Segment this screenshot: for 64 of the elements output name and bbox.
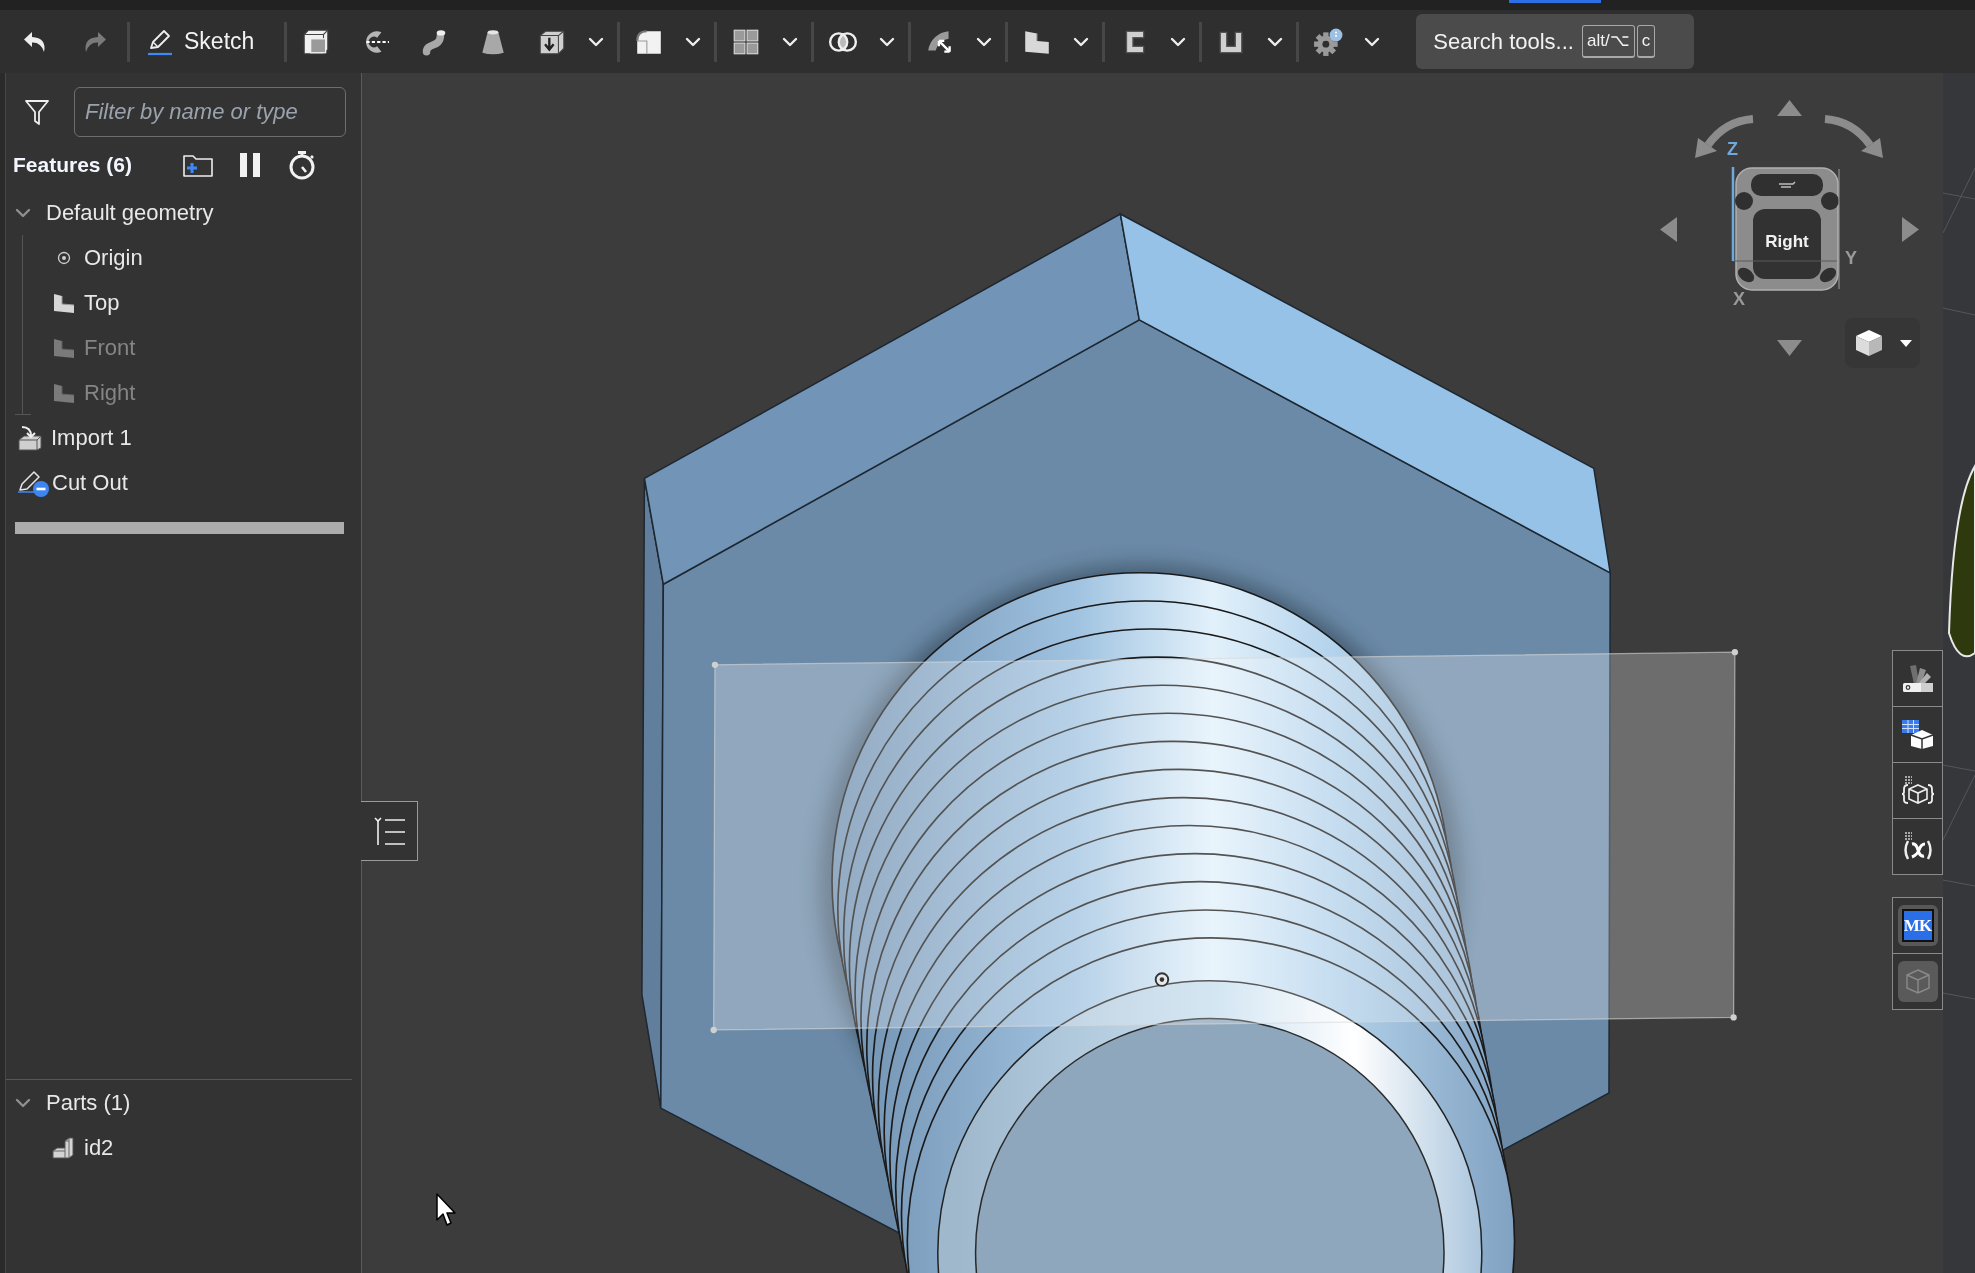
plane-icon (52, 291, 76, 314)
tree-item[interactable]: Cut Out (6, 460, 361, 505)
stopwatch-button[interactable] (288, 150, 317, 180)
tree-item[interactable]: Import 1 (6, 415, 361, 460)
side-tool-button[interactable] (1892, 818, 1943, 875)
cube-outline-icon (1897, 961, 1938, 1002)
plane-icon (52, 381, 76, 404)
plane-icon (52, 336, 76, 359)
side-tool-button[interactable]: MK (1892, 897, 1943, 954)
search-tools-button[interactable]: Search tools... alt/⌥ c (1416, 14, 1695, 69)
mouse-cursor-icon (436, 1193, 458, 1227)
shortcut-key: alt/⌥ (1581, 25, 1635, 58)
panel-title: Features (6) (13, 152, 133, 179)
rotate-right-arrow[interactable] (1823, 112, 1883, 158)
left-arrow-button[interactable] (1660, 217, 1677, 242)
folder-plus-icon (182, 152, 215, 178)
chevron-icon (976, 36, 993, 47)
pencil-icon (146, 27, 174, 56)
side-tool-button[interactable] (1892, 706, 1943, 763)
import-box-icon (17, 424, 43, 451)
add-folder-button[interactable] (182, 152, 215, 178)
sketch-button[interactable]: Sketch (138, 18, 263, 65)
braces-cube-icon (1900, 774, 1935, 807)
view-mode-button[interactable] (1845, 318, 1920, 368)
axis-label: Z (1727, 140, 1738, 158)
chevron-icon (685, 36, 702, 47)
tree-group-header[interactable]: Default geometry (6, 190, 361, 235)
tree-group-header[interactable]: Parts (1) (6, 1080, 361, 1125)
chevron-icon (1267, 36, 1284, 47)
axis-label: X (1733, 290, 1745, 308)
filter-icon (24, 98, 50, 126)
table-cube-icon (1900, 718, 1935, 751)
tree-item[interactable]: Top (6, 280, 361, 325)
panel-toggle-button[interactable] (361, 801, 418, 861)
right-arrow-button[interactable] (1902, 217, 1919, 242)
pause-icon (239, 152, 262, 178)
chevron-icon (1364, 36, 1381, 47)
app-badge: MK (1897, 905, 1938, 946)
chevron-icon (879, 36, 896, 47)
stopwatch-icon (288, 150, 317, 180)
tree-item[interactable]: id2 (6, 1125, 361, 1170)
pause-button[interactable] (239, 152, 262, 178)
color-swatch-icon (1900, 662, 1935, 695)
up-arrow-button[interactable] (1777, 100, 1802, 116)
tree-item[interactable]: Origin (6, 235, 361, 280)
gear-icon (1313, 26, 1344, 57)
side-tool-button[interactable] (1892, 762, 1943, 819)
origin-marker-icon (1154, 972, 1170, 987)
chevron-icon (782, 36, 799, 47)
cube-icon (1855, 329, 1883, 357)
down-arrow-button[interactable] (1777, 340, 1802, 356)
caret-down-icon (1900, 339, 1912, 347)
chevron-icon (1170, 36, 1187, 47)
list-icon (372, 816, 406, 846)
chevron-icon (1073, 36, 1090, 47)
chevron-icon (588, 36, 605, 47)
datum-plane[interactable] (710, 649, 1738, 1034)
origin-point-icon (57, 250, 71, 265)
shortcut-key: c (1636, 25, 1656, 58)
axis-label: Y (1845, 249, 1857, 267)
part-block-icon (51, 1135, 75, 1160)
rotate-left-arrow[interactable] (1695, 112, 1755, 158)
side-tool-button[interactable] (1892, 650, 1943, 707)
filter-field[interactable]: Filter by name or type (74, 87, 346, 137)
